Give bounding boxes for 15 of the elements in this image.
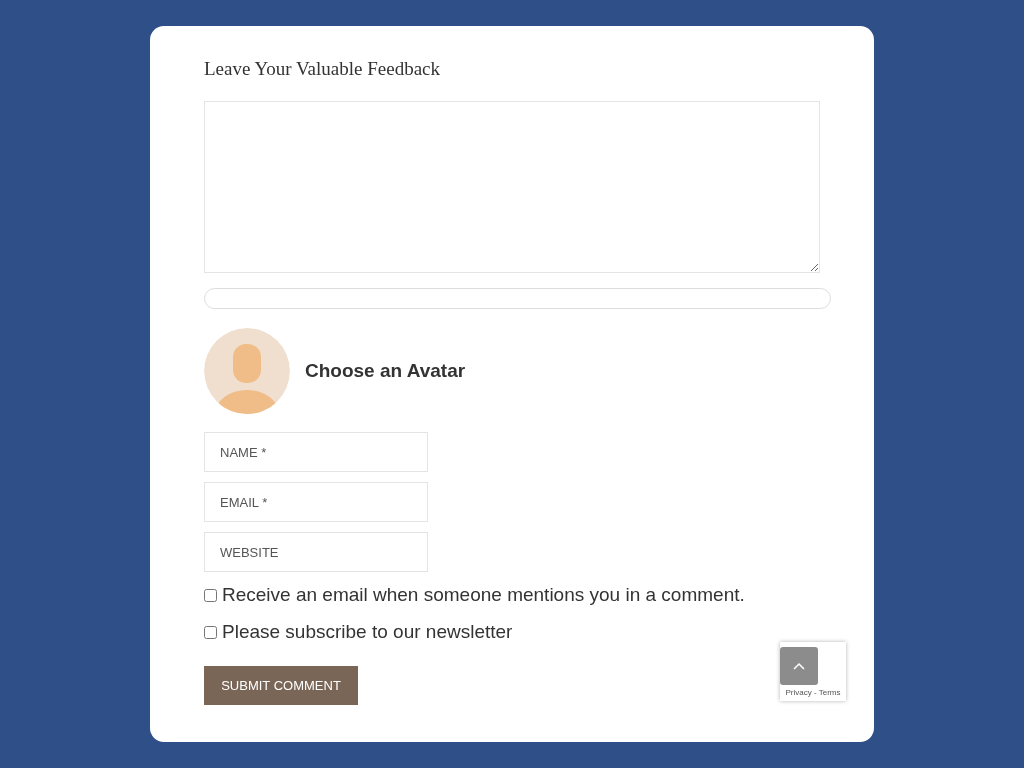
submit-button[interactable]: SUBMIT COMMENT — [204, 666, 358, 705]
checkbox[interactable] — [204, 588, 217, 602]
scroll-top-button[interactable] — [780, 647, 818, 685]
avatar-label: Choose an Avatar — [305, 360, 466, 382]
privacy-terms-link[interactable]: Privacy - Terms — [785, 688, 841, 697]
text-field[interactable]: EMAIL * — [204, 482, 428, 522]
text-field[interactable]: WEBSITE — [204, 532, 428, 572]
chevron-up-icon — [793, 662, 805, 670]
checkbox-label: Please subscribe to our newsletter — [222, 621, 513, 643]
form-title: Leave Your Valuable Feedback — [204, 58, 442, 80]
comment-field[interactable] — [204, 101, 820, 273]
checkbox[interactable] — [204, 625, 217, 639]
text-field[interactable]: NAME * — [204, 432, 428, 472]
checkbox-label: Receive an email when someone mentions you in a comment. — [222, 584, 745, 606]
avatar-icon[interactable] — [204, 328, 290, 414]
